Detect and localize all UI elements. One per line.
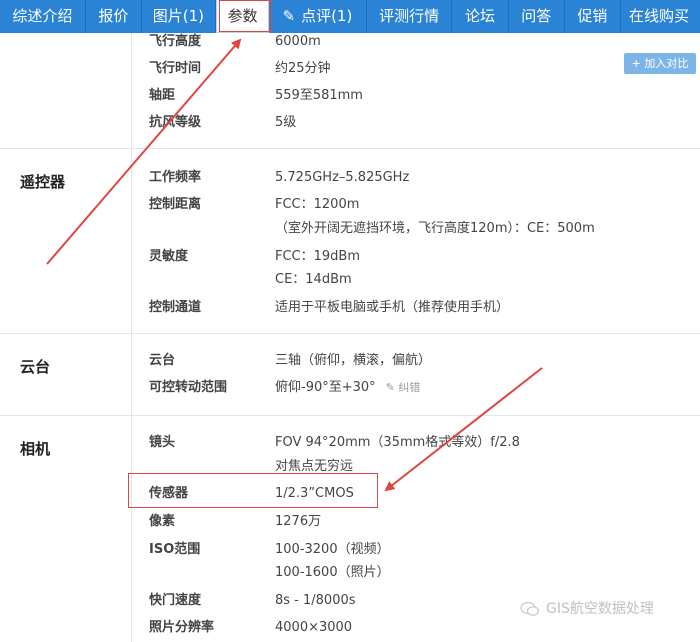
- spec-value: 约25分钟: [275, 61, 331, 76]
- spec-row: 控制距离 FCC：1200m: [131, 192, 700, 218]
- section-flight: 飞行高度 6000m 飞行时间 约25分钟 轴距 559至581mm 抗风等级 …: [0, 33, 700, 148]
- tab-overview[interactable]: 综述介绍: [0, 0, 86, 33]
- spec-row: 轴距 559至581mm: [131, 83, 700, 109]
- spec-key: 工作频率: [149, 170, 202, 185]
- spec-row: 可控转动范围 俯仰-90°至+30° ✎ 纠错: [131, 375, 700, 401]
- spec-row: 云台 三轴（俯仰，横滚，偏航）: [131, 348, 700, 374]
- spec-value: CE：14dBm: [275, 272, 352, 287]
- correct-error-link[interactable]: ✎ 纠错: [386, 381, 421, 394]
- spec-key: 轴距: [149, 88, 176, 103]
- category-column: 相机: [0, 416, 132, 642]
- spec-key: 照片分辨率: [149, 620, 215, 635]
- spec-key: 可控转动范围: [149, 380, 228, 395]
- spec-key: 控制距离: [149, 197, 202, 212]
- spec-value: 100-1600（照片）: [275, 565, 390, 580]
- spec-value: 4000×3000: [275, 620, 353, 635]
- edit-icon: ✎: [385, 381, 399, 394]
- spec-row: 100-1600（照片）: [131, 560, 700, 586]
- spec-value-text: 俯仰-90°至+30°: [275, 380, 376, 395]
- spec-value: 三轴（俯仰，横滚，偏航）: [275, 353, 432, 368]
- spec-value: FOV 94°20mm（35mm格式等效）f/2.8: [275, 435, 520, 450]
- spec-row: （室外开阔无遮挡环境，飞行高度120m）：CE：500m: [131, 216, 700, 242]
- section-gimbal: 云台 云台 三轴（俯仰，横滚，偏航） 可控转动范围 俯仰-90°至+30° ✎ 纠…: [0, 333, 700, 415]
- spec-value: 适用于平板电脑或手机（推荐使用手机）: [275, 300, 510, 315]
- section-remote-controller: 遥控器 工作频率 5.725GHz–5.825GHz 控制距离 FCC：1200…: [0, 148, 700, 333]
- spec-value: 8s - 1/8000s: [275, 593, 356, 608]
- tab-reviews-label: 点评(1): [301, 7, 353, 25]
- category-column: [0, 33, 132, 148]
- category-label: 相机: [20, 440, 51, 458]
- spec-row: 抗风等级 5级: [131, 110, 700, 136]
- spec-value: 5.725GHz–5.825GHz: [275, 170, 410, 185]
- category-column: 云台: [0, 334, 132, 415]
- watermark-text: GIS航空数据处理: [546, 601, 654, 617]
- add-compare-button[interactable]: + 加入对比: [624, 53, 696, 74]
- correct-error-label: 纠错: [398, 381, 421, 394]
- spec-row: 工作频率 5.725GHz–5.825GHz: [131, 165, 700, 191]
- spec-key: 像素: [149, 514, 176, 529]
- spec-key: 抗风等级: [149, 115, 202, 130]
- spec-key: 飞行高度: [149, 34, 202, 49]
- spec-value: 559至581mm: [275, 88, 363, 103]
- sensor-highlight-box: [128, 473, 378, 508]
- spec-row: 控制通道 适用于平板电脑或手机（推荐使用手机）: [131, 295, 700, 321]
- wechat-icon: [520, 601, 540, 616]
- spec-key: 镜头: [149, 435, 176, 450]
- spec-row: 镜头 FOV 94°20mm（35mm格式等效）f/2.8: [131, 430, 700, 456]
- spec-row: 飞行时间 约25分钟: [131, 56, 700, 82]
- spec-key: 控制通道: [149, 300, 202, 315]
- spec-key: 云台: [149, 353, 176, 368]
- spec-key: 飞行时间: [149, 61, 202, 76]
- category-label: 遥控器: [20, 173, 66, 191]
- spec-row: CE：14dBm: [131, 267, 700, 293]
- spec-row: 照片分辨率 4000×3000: [131, 615, 700, 641]
- active-tab-highlight: [219, 0, 272, 32]
- spec-value: 俯仰-90°至+30° ✎ 纠错: [275, 375, 420, 401]
- spec-row: 飞行高度 6000m: [131, 29, 700, 55]
- spec-value: 6000m: [275, 34, 321, 49]
- spec-value: FCC：1200m: [275, 197, 360, 212]
- category-label: 云台: [20, 358, 51, 376]
- spec-value: 1276万: [275, 514, 322, 529]
- spec-value: 5级: [275, 115, 297, 130]
- spec-key: 快门速度: [149, 593, 202, 608]
- spec-row: 像素 1276万: [131, 509, 700, 535]
- watermark: GIS航空数据处理: [520, 598, 654, 618]
- category-column: 遥控器: [0, 149, 132, 333]
- spec-value: （室外开阔无遮挡环境，飞行高度120m）：CE：500m: [275, 221, 595, 236]
